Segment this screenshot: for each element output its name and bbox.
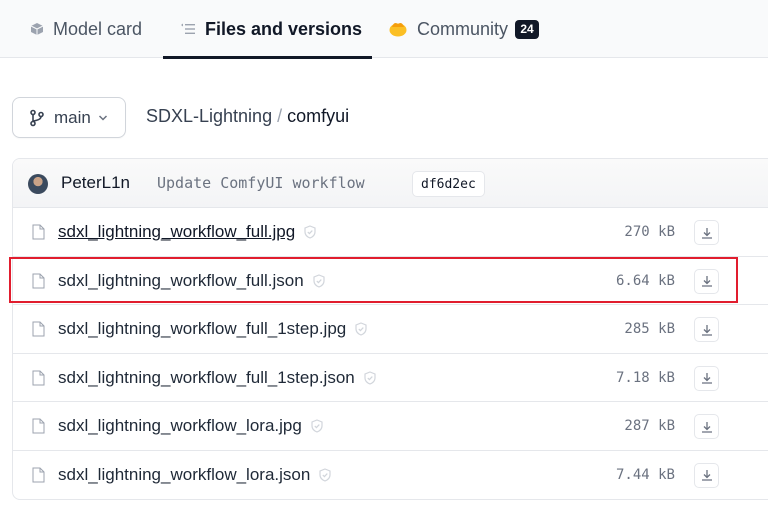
file-name-link[interactable]: sdxl_lightning_workflow_lora.jpg <box>58 416 324 436</box>
file-name-link[interactable]: sdxl_lightning_workflow_lora.json <box>58 465 332 485</box>
file-row: sdxl_lightning_workflow_full.json 6.64 k… <box>13 257 768 305</box>
file-size: 7.44 kB <box>615 466 675 483</box>
download-icon <box>701 227 712 239</box>
community-count-badge: 24 <box>515 19 540 39</box>
shield-check-icon <box>363 370 377 385</box>
breadcrumb-repo-link[interactable]: SDXL-Lightning <box>146 106 272 127</box>
file-size: 285 kB <box>624 321 675 337</box>
file-list: PeterL1n Update ComfyUI workflow df6d2ec… <box>12 158 768 500</box>
file-size: 7.18 kB <box>615 369 675 386</box>
repo-tabs-bar: Model card Files and versions Community … <box>0 0 768 59</box>
cube-icon <box>30 22 44 36</box>
file-row: sdxl_lightning_workflow_lora.jpg 287 kB <box>13 402 768 451</box>
breadcrumb: SDXL-Lightning / comfyui <box>146 106 349 127</box>
file-row: sdxl_lightning_workflow_full_1step.json … <box>13 354 768 402</box>
breadcrumb-separator: / <box>277 106 283 126</box>
file-size: 287 kB <box>624 418 675 434</box>
commit-author-link[interactable]: PeterL1n <box>61 173 130 193</box>
commit-hash-badge[interactable]: df6d2ec <box>412 171 485 197</box>
file-row: sdxl_lightning_workflow_lora.json 7.44 k… <box>13 451 768 500</box>
download-icon <box>701 421 712 433</box>
branch-icon <box>29 109 45 127</box>
branch-name: main <box>54 107 91 127</box>
tab-community[interactable]: Community 24 <box>388 0 540 58</box>
download-icon <box>701 276 712 287</box>
file-size: 270 kB <box>624 224 675 240</box>
download-icon <box>701 470 712 481</box>
file-icon <box>32 273 45 294</box>
tab-files-and-versions[interactable]: Files and versions <box>180 0 362 58</box>
files-list-icon <box>180 22 196 36</box>
file-icon <box>32 224 45 245</box>
tab-files-and-versions-label: Files and versions <box>205 18 363 39</box>
file-name-link[interactable]: sdxl_lightning_workflow_full_1step.json <box>58 368 377 388</box>
file-row: sdxl_lightning_workflow_full_1step.jpg 2… <box>13 305 768 354</box>
shield-check-icon <box>312 273 326 288</box>
file-size: 6.64 kB <box>615 272 675 289</box>
avatar[interactable] <box>28 174 48 194</box>
shield-check-icon <box>303 225 317 239</box>
active-tab-indicator <box>163 56 372 59</box>
file-icon <box>32 467 45 488</box>
download-button[interactable] <box>694 462 719 488</box>
download-icon <box>701 373 712 384</box>
file-icon <box>32 321 45 342</box>
download-button[interactable] <box>694 220 719 245</box>
file-icon <box>32 418 45 439</box>
chevron-down-icon <box>98 114 108 122</box>
branch-selector-button[interactable]: main <box>12 97 126 138</box>
last-commit-row: PeterL1n Update ComfyUI workflow df6d2ec <box>13 159 768 208</box>
download-icon <box>701 324 712 336</box>
file-name-link[interactable]: sdxl_lightning_workflow_full.jpg <box>58 222 317 242</box>
download-button[interactable] <box>694 414 719 439</box>
download-button[interactable] <box>694 365 719 391</box>
community-icon <box>388 20 408 38</box>
file-name-link[interactable]: sdxl_lightning_workflow_full.json <box>58 271 326 291</box>
breadcrumb-folder: comfyui <box>287 106 350 126</box>
file-icon <box>32 370 45 391</box>
tab-community-label: Community <box>417 18 509 39</box>
shield-check-icon <box>318 467 332 482</box>
file-name-link[interactable]: sdxl_lightning_workflow_full_1step.jpg <box>58 319 368 339</box>
commit-message-link[interactable]: Update ComfyUI workflow <box>157 174 365 192</box>
download-button[interactable] <box>694 317 719 342</box>
download-button[interactable] <box>694 268 719 294</box>
shield-check-icon <box>310 419 324 433</box>
tab-model-card[interactable]: Model card <box>30 0 142 58</box>
tab-model-card-label: Model card <box>53 18 143 39</box>
shield-check-icon <box>354 322 368 336</box>
file-row: sdxl_lightning_workflow_full.jpg 270 kB <box>13 208 768 257</box>
